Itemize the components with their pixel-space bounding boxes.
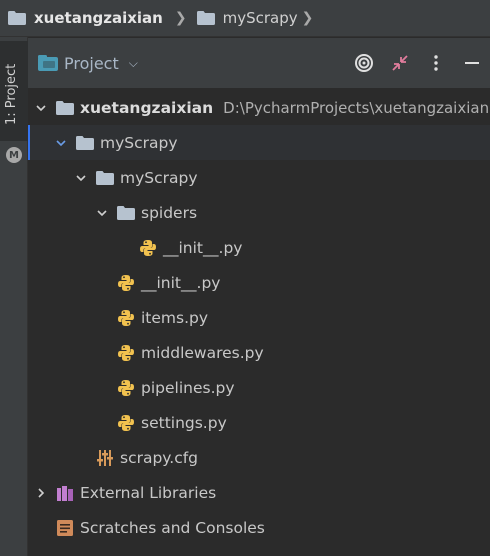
chevron-right-icon: ❯ — [301, 10, 314, 26]
tree-node-external-libraries[interactable]: External Libraries — [28, 475, 490, 510]
tree-node-root[interactable]: xuetangzaixian D:\PycharmProjects\xuetan… — [28, 90, 490, 125]
structure-icon[interactable]: M — [6, 147, 22, 163]
tree-node-file[interactable]: __init__.py — [28, 230, 490, 265]
tree-node-label: myScrapy — [120, 168, 198, 187]
view-selector[interactable]: Project ⌵ — [38, 54, 138, 73]
folder-icon — [117, 204, 135, 222]
tree-node-label: xuetangzaixian — [80, 98, 214, 117]
tree-node-label: myScrapy — [100, 133, 178, 152]
chevron-right-icon[interactable] — [34, 487, 48, 498]
toolwindow-title: Project — [64, 53, 119, 73]
minimize-icon — [465, 62, 479, 64]
tree-node-folder[interactable]: myScrapy — [28, 125, 490, 160]
breadcrumb: xuetangzaixian ❯ myScrapy ❯ — [0, 0, 490, 37]
folder-icon — [56, 99, 74, 117]
collapse-all-button[interactable] — [382, 45, 418, 81]
python-file-icon — [117, 344, 135, 362]
tree-node-label: settings.py — [141, 413, 227, 432]
chevron-down-icon[interactable] — [34, 103, 48, 113]
breadcrumb-item-project[interactable]: xuetangzaixian — [8, 9, 163, 27]
chevron-right-icon: ❯ — [174, 10, 187, 26]
folder-icon — [8, 11, 26, 25]
chevron-down-icon: ⌵ — [128, 55, 138, 70]
tree-node-folder[interactable]: myScrapy — [28, 160, 490, 195]
project-tool-tab[interactable]: 1: Project — [0, 41, 28, 141]
tree-node-file[interactable]: middlewares.py — [28, 335, 490, 370]
folder-icon — [76, 134, 94, 152]
tree-node-file[interactable]: settings.py — [28, 405, 490, 440]
tree-node-file[interactable]: __init__.py — [28, 265, 490, 300]
tree-node-label: scrapy.cfg — [120, 448, 199, 467]
project-tab-label: 1: Project — [4, 63, 19, 125]
config-file-icon — [96, 449, 114, 467]
chevron-down-icon[interactable] — [74, 173, 88, 183]
hide-button[interactable] — [454, 45, 490, 81]
chevron-down-icon[interactable] — [95, 208, 109, 218]
tree-node-label: pipelines.py — [141, 378, 235, 397]
python-file-icon — [139, 239, 157, 257]
breadcrumb-item-module[interactable]: myScrapy — [196, 9, 298, 27]
python-file-icon — [117, 414, 135, 432]
project-view-icon — [38, 55, 58, 71]
tree-node-label: items.py — [141, 308, 209, 327]
tree-node-file[interactable]: pipelines.py — [28, 370, 490, 405]
tree-node-scratches[interactable]: Scratches and Consoles — [28, 510, 490, 545]
tree-node-folder[interactable]: spiders — [28, 195, 490, 230]
target-icon — [355, 54, 373, 72]
folder-icon — [96, 169, 114, 187]
python-file-icon — [117, 309, 135, 327]
locate-file-button[interactable] — [346, 45, 382, 81]
tree-node-file[interactable]: scrapy.cfg — [28, 440, 490, 475]
options-menu-button[interactable] — [418, 45, 454, 81]
breadcrumb-label: myScrapy — [222, 9, 298, 27]
chevron-down-icon[interactable] — [54, 138, 68, 148]
tree-node-label: Scratches and Consoles — [80, 518, 265, 537]
python-file-icon — [117, 379, 135, 397]
tree-node-label: __init__.py — [163, 238, 243, 257]
toolwindow-actions — [346, 38, 490, 88]
collapse-icon — [392, 55, 408, 71]
folder-icon — [196, 11, 215, 25]
library-icon — [56, 484, 74, 502]
tool-window-stripe: 1: Project M — [0, 37, 28, 556]
tree-node-label: __init__.py — [141, 273, 221, 292]
tree-node-label: External Libraries — [80, 483, 217, 502]
tree-node-label: middlewares.py — [141, 343, 264, 362]
more-vertical-icon — [434, 55, 438, 71]
breadcrumb-label: xuetangzaixian — [34, 9, 163, 27]
scratch-icon — [56, 519, 74, 537]
python-file-icon — [117, 274, 135, 292]
project-tree: xuetangzaixian D:\PycharmProjects\xuetan… — [28, 88, 490, 556]
project-toolwindow-header: Project ⌵ — [28, 38, 490, 88]
tree-node-file[interactable]: items.py — [28, 300, 490, 335]
tree-node-path: D:\PycharmProjects\xuetangzaixian — [223, 98, 490, 117]
tree-node-label: spiders — [141, 203, 198, 222]
